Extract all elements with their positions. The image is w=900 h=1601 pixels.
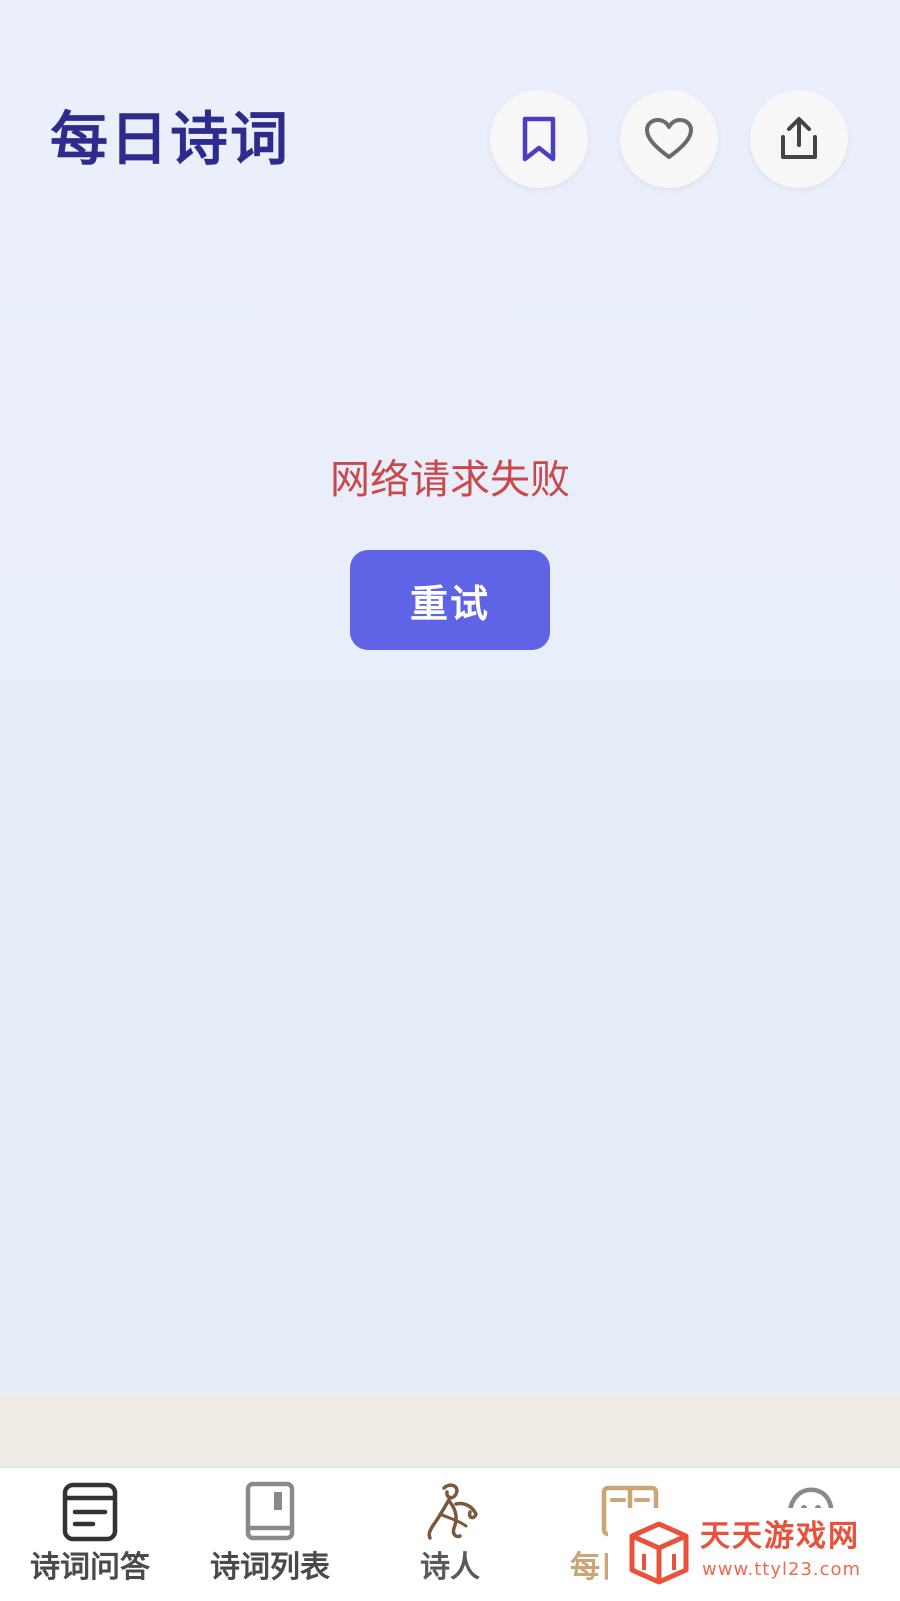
watermark: 天天游戏网 www.ttyl23.com [608,1508,900,1600]
tab-poetry-list[interactable]: 诗词列表 [180,1468,360,1601]
tab-poets[interactable]: 诗人 [360,1468,540,1601]
watermark-logo-icon [628,1520,690,1586]
bookmark-button[interactable] [490,90,588,188]
watermark-url: www.ttyl23.com [702,1559,862,1580]
page-title: 每日诗词 [50,105,291,173]
retry-button[interactable]: 重试 [350,550,550,650]
tab-label: 诗词问答 [30,1550,150,1585]
tab-label: 诗人 [420,1550,480,1585]
bookmark-icon [519,115,559,163]
book-icon [240,1480,300,1544]
tab-label: 诗词列表 [210,1550,330,1585]
inbox-icon [60,1480,120,1544]
watermark-brand: 天天游戏网 [700,1519,860,1554]
content-bottom-strip [0,1395,900,1467]
tab-poetry-qa[interactable]: 诗词问答 [0,1468,180,1601]
poet-icon [420,1480,480,1544]
favorite-button[interactable] [620,90,718,188]
error-message: 网络请求失败 [330,457,570,503]
share-icon [777,115,821,163]
header-actions [490,90,850,190]
heart-icon [644,117,694,161]
page-background: 每日诗词 网络请求失败 重试 [0,0,900,1395]
share-button[interactable] [750,90,848,188]
